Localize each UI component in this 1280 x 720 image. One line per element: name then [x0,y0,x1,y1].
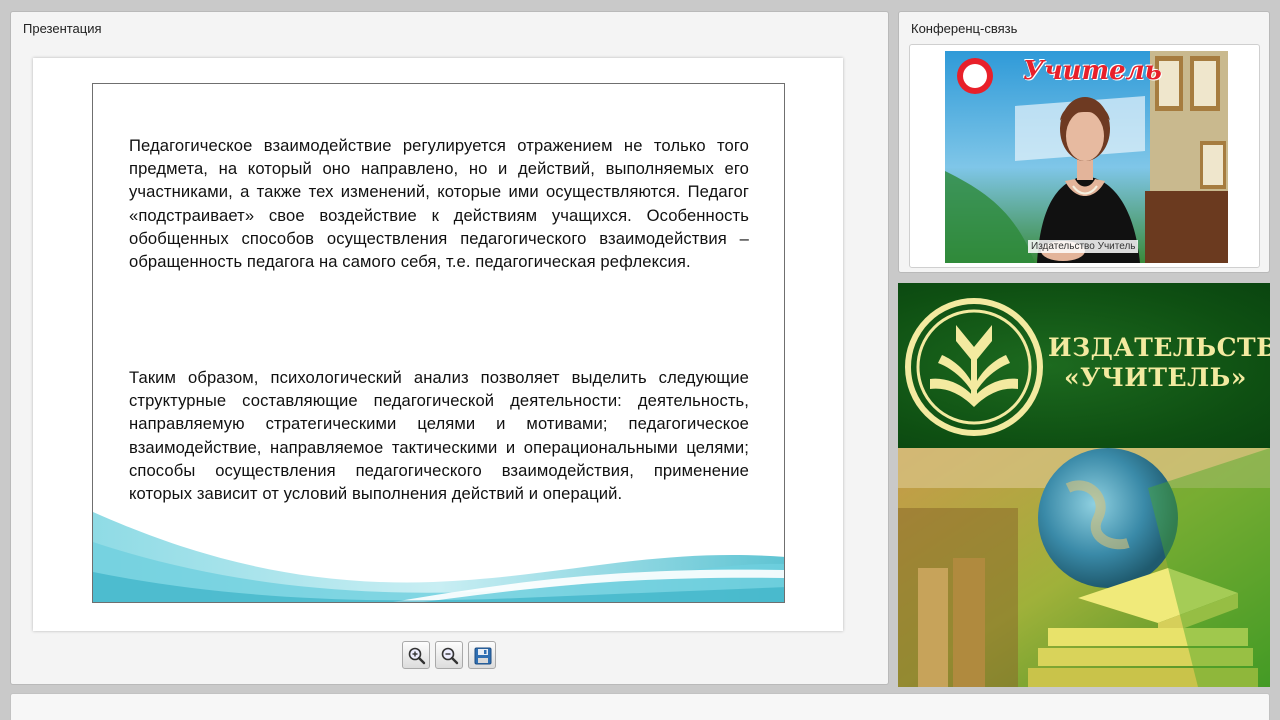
zoom-out-icon [441,647,459,665]
presentation-title: Презентация [23,21,102,36]
floppy-disk-icon [474,647,492,665]
conference-title: Конференц-связь [911,21,1018,36]
bottom-bar [10,693,1270,720]
publisher-banner[interactable]: ИЗДАТЕЛЬСТВО «УЧИТЕЛЬ» [898,283,1270,687]
slide-paragraph-2: Таким образом, психологический анализ по… [129,368,749,504]
save-button[interactable] [468,641,496,669]
publisher-name-line1: ИЗДАТЕЛЬСТВО [1048,333,1270,362]
conference-panel: Конференц-связь Учитель Издательство Учи… [898,11,1270,273]
participant-label: Издательство Учитель [1028,240,1139,253]
publisher-name: ИЗДАТЕЛЬСТВО «УЧИТЕЛЬ» [1048,333,1270,393]
zoom-out-button[interactable] [435,641,463,669]
slide-toolbar [402,641,498,671]
presentation-panel: Презентация Педагогическое взаимодействи… [10,11,889,685]
publisher-logo-icon [905,298,1043,436]
zoom-in-icon [408,647,426,665]
zoom-in-button[interactable] [402,641,430,669]
books-globe-image [898,448,1270,687]
backdrop-brand-text: Учитель [1023,56,1162,86]
video-stream[interactable]: Учитель Издательство Учитель [945,51,1228,263]
slide-viewport[interactable]: Педагогическое взаимодействие регулирует… [33,58,843,631]
slide: Педагогическое взаимодействие регулирует… [92,83,785,603]
slide-wave-decoration [93,512,784,602]
slide-paragraph-1: Педагогическое взаимодействие регулирует… [129,136,749,272]
publisher-name-line2: «УЧИТЕЛЬ» [1064,363,1247,392]
banner-green-block: ИЗДАТЕЛЬСТВО «УЧИТЕЛЬ» [898,283,1270,448]
video-frame: Учитель Издательство Учитель [909,44,1260,268]
